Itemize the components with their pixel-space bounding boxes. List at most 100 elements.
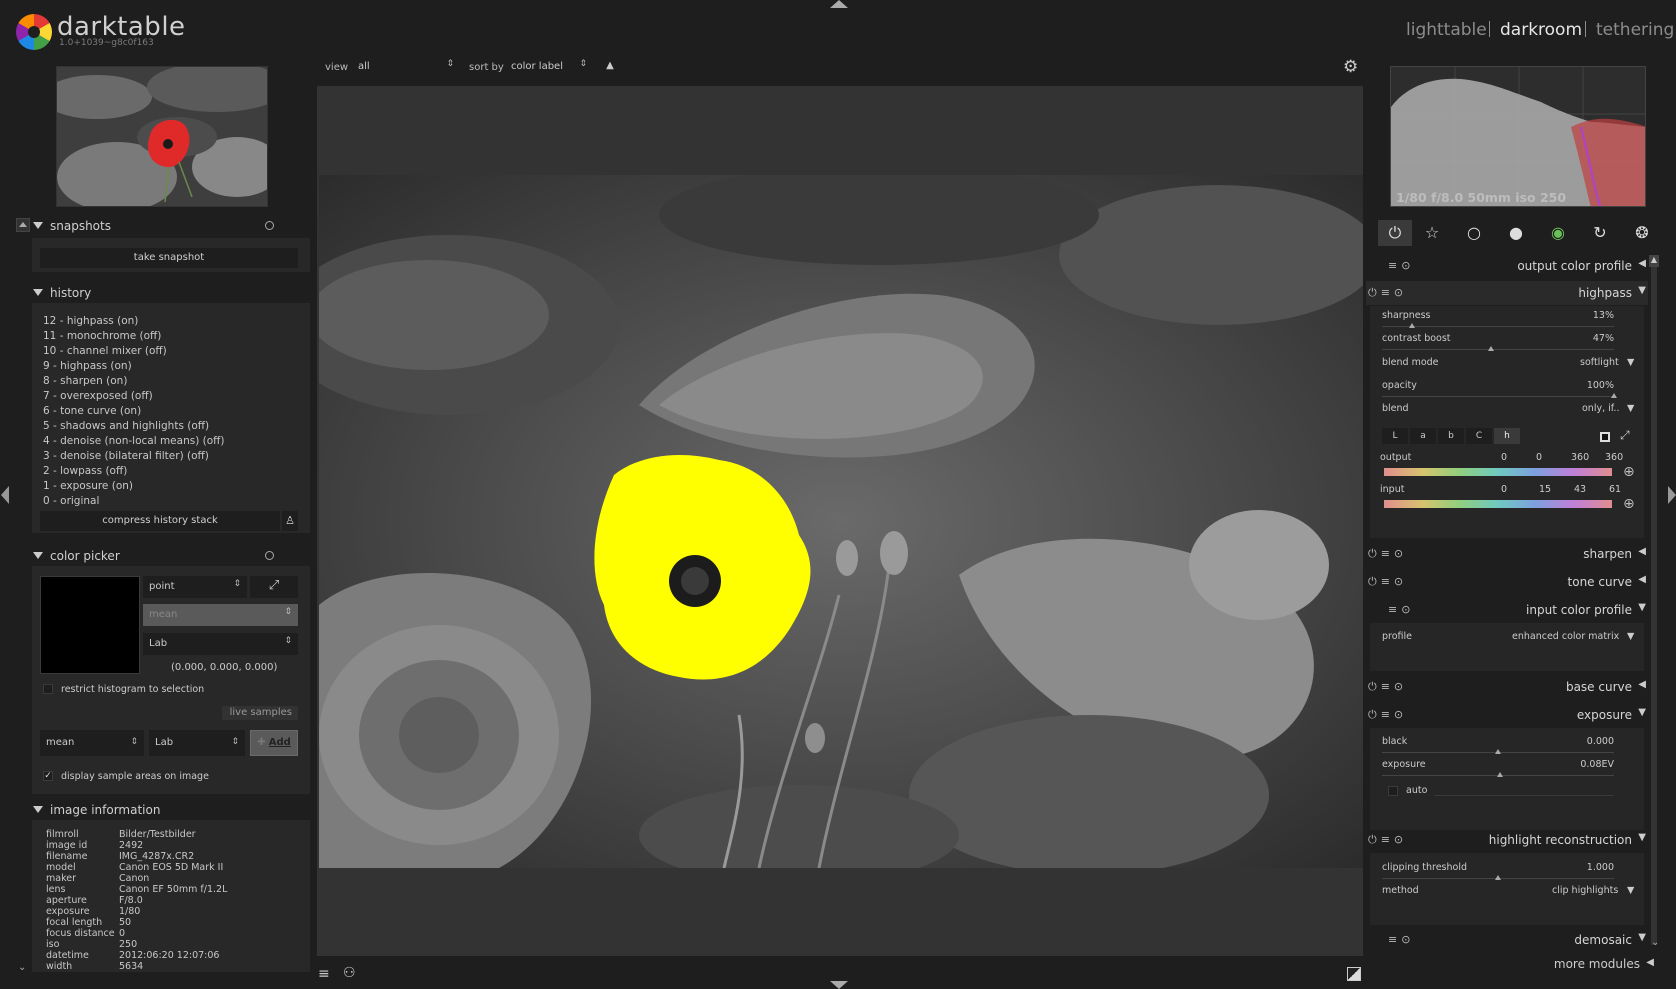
black-slider[interactable]: black 0.000	[1378, 734, 1618, 754]
scroll-down-icon[interactable]: ⌄	[1651, 937, 1659, 948]
slider-knob[interactable]	[1488, 346, 1495, 351]
color-picker-header[interactable]: color picker	[33, 549, 120, 563]
auto-exposure-checkbox[interactable]	[1388, 786, 1398, 796]
module-output-color-profile[interactable]: ≡⊙ output color profile ◀	[1366, 254, 1648, 278]
more-modules-button[interactable]: more modules ◀	[1366, 955, 1656, 975]
module-icons[interactable]: ⏻≡⊙	[1368, 575, 1407, 589]
dropdown-icon[interactable]: ▼	[1627, 631, 1634, 642]
channel-tab-c[interactable]: C	[1466, 428, 1492, 444]
history-item[interactable]: 8 - sharpen (on)	[43, 375, 127, 387]
invert-polarity-icon[interactable]: ⊕	[1623, 496, 1635, 512]
opacity-slider[interactable]: opacity 100%	[1378, 378, 1618, 398]
view-lighttable[interactable]: lighttable	[1406, 20, 1487, 40]
take-snapshot-button[interactable]: take snapshot	[40, 248, 298, 268]
reset-icon[interactable]	[265, 221, 274, 230]
module-icons[interactable]: ≡⊙	[1388, 933, 1414, 946]
auto-percentile-track[interactable]	[1434, 795, 1614, 796]
scroll-up-button[interactable]	[16, 218, 30, 232]
history-item[interactable]: 10 - channel mixer (off)	[43, 345, 167, 357]
eyedropper-button[interactable]: ⤢	[250, 576, 298, 598]
history-item[interactable]: 5 - shadows and highlights (off)	[43, 420, 209, 432]
exposure-slider[interactable]: exposure 0.08EV	[1378, 757, 1618, 777]
color-icon[interactable]: ◉	[1547, 222, 1569, 244]
dropdown-icon[interactable]: ▼	[1627, 357, 1634, 368]
slider-knob[interactable]	[1611, 393, 1617, 398]
scroll-down-icon[interactable]: ⌄	[18, 962, 26, 973]
rotate-icon[interactable]: ↻	[1589, 222, 1611, 244]
module-tone-curve[interactable]: ⏻≡⊙ tone curve ◀	[1366, 570, 1648, 594]
mask-display-icon[interactable]	[1600, 432, 1610, 442]
module-highlight-reconstruction[interactable]: ⏻≡⊙ highlight reconstruction ▼	[1366, 828, 1648, 852]
history-item[interactable]: 1 - exposure (on)	[43, 480, 133, 492]
image-information-header[interactable]: image information	[33, 803, 160, 817]
color-picker-icon[interactable]: ⤢	[1620, 428, 1630, 443]
slider-knob[interactable]	[1497, 772, 1504, 777]
create-style-icon[interactable]: ♙	[282, 511, 298, 531]
gear-icon[interactable]: ⚙	[1343, 57, 1358, 77]
channel-tab-a[interactable]: a	[1410, 428, 1436, 444]
main-image[interactable]	[319, 175, 1363, 868]
contrast-boost-slider[interactable]: contrast boost 47%	[1378, 331, 1618, 351]
history-header[interactable]: history	[33, 286, 91, 300]
method-value[interactable]: clip highlights	[1552, 885, 1618, 896]
colorspace-select[interactable]: Lab ⇕	[143, 633, 298, 655]
styles-icon[interactable]: ⚇	[343, 965, 356, 981]
sort-direction-button[interactable]: ▲	[600, 56, 620, 78]
right-panel-toggle-icon[interactable]	[1668, 486, 1676, 504]
history-item[interactable]: 12 - highpass (on)	[43, 315, 138, 327]
view-darkroom[interactable]: darkroom	[1500, 20, 1582, 40]
blend-mode-value[interactable]: softlight	[1580, 357, 1619, 368]
sample-colorspace-select[interactable]: Lab ⇕	[149, 730, 245, 756]
dropdown-icon[interactable]: ▼	[1627, 403, 1634, 414]
module-icons[interactable]: ≡⊙	[1388, 603, 1414, 616]
statistic-select[interactable]: mean ⇕	[143, 604, 298, 626]
profile-value[interactable]: enhanced color matrix	[1512, 631, 1619, 642]
history-item[interactable]: 0 - original	[43, 495, 99, 507]
top-panel-toggle-icon[interactable]	[830, 0, 848, 8]
circle-icon[interactable]: ○	[1463, 222, 1485, 244]
scroll-up-icon[interactable]: ▲	[1649, 255, 1659, 267]
clipping-threshold-slider[interactable]: clipping threshold 1.000	[1378, 860, 1618, 880]
module-input-color-profile[interactable]: ≡⊙ input color profile ▼	[1366, 598, 1648, 622]
module-icons[interactable]: ⏻≡⊙	[1368, 547, 1407, 561]
sharpness-slider[interactable]: sharpness 13%	[1378, 308, 1618, 328]
module-base-curve[interactable]: ⏻≡⊙ base curve ◀	[1366, 675, 1648, 699]
history-item[interactable]: 3 - denoise (bilateral filter) (off)	[43, 450, 209, 462]
module-icons[interactable]: ⏻≡⊙	[1368, 708, 1407, 722]
sample-statistic-select[interactable]: mean ⇕	[40, 730, 144, 756]
module-sharpen[interactable]: ⏻≡⊙ sharpen ◀	[1366, 542, 1648, 566]
add-sample-button[interactable]: ✚ Add	[250, 730, 298, 756]
module-demosaic[interactable]: ≡⊙ demosaic ▼	[1366, 928, 1648, 952]
star-icon[interactable]: ☆	[1421, 222, 1443, 244]
slider-knob[interactable]	[1409, 323, 1416, 328]
blend-value[interactable]: only, if..	[1582, 403, 1619, 414]
history-item[interactable]: 9 - highpass (on)	[43, 360, 132, 372]
history-item[interactable]: 11 - monochrome (off)	[43, 330, 161, 342]
module-icons[interactable]: ⏻≡⊙	[1368, 833, 1407, 847]
overexposed-toggle-icon[interactable]	[1347, 967, 1361, 981]
compress-history-button[interactable]: compress history stack	[40, 511, 280, 531]
slider-knob[interactable]	[1495, 875, 1501, 880]
display-samples-checkbox[interactable]: ✓	[43, 771, 53, 781]
output-gradient-slider[interactable]	[1384, 468, 1612, 476]
invert-polarity-icon[interactable]: ⊕	[1623, 464, 1635, 480]
sort-by-select[interactable]: color label ⇕	[505, 56, 593, 78]
aperture-icon[interactable]: ❂	[1631, 222, 1653, 244]
view-tethering[interactable]: tethering	[1596, 20, 1674, 40]
module-icons[interactable]: ≡⊙	[1388, 259, 1414, 272]
module-icons[interactable]: ⏻≡⊙	[1368, 680, 1407, 694]
sphere-icon[interactable]: ●	[1505, 222, 1527, 244]
restrict-checkbox[interactable]	[43, 684, 53, 694]
history-item[interactable]: 2 - lowpass (off)	[43, 465, 127, 477]
navigation-thumbnail[interactable]	[56, 66, 268, 207]
module-icons[interactable]: ⏻≡⊙	[1368, 286, 1407, 300]
right-panel-scrollbar[interactable]	[1651, 255, 1657, 945]
bottom-panel-toggle-icon[interactable]	[830, 981, 848, 989]
histogram[interactable]	[1390, 66, 1646, 207]
module-highpass[interactable]: ⏻≡⊙ highpass ▼	[1366, 281, 1648, 305]
history-item[interactable]: 7 - overexposed (off)	[43, 390, 153, 402]
history-item[interactable]: 4 - denoise (non-local means) (off)	[43, 435, 225, 447]
reset-icon[interactable]	[265, 551, 274, 560]
channel-tab-b[interactable]: b	[1438, 428, 1464, 444]
channel-tab-l[interactable]: L	[1382, 428, 1408, 444]
